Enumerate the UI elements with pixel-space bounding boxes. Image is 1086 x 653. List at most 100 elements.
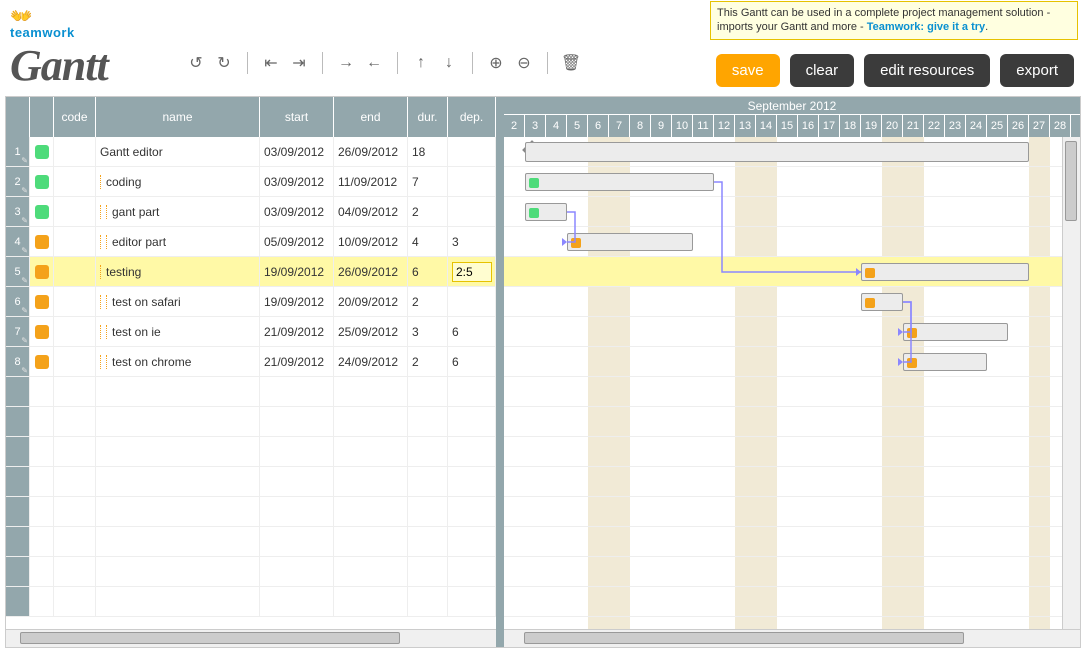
status-cell[interactable] (30, 437, 54, 466)
gantt-row[interactable] (504, 347, 1080, 377)
start-cell[interactable] (260, 497, 334, 526)
dep-cell[interactable] (448, 197, 496, 226)
dur-cell[interactable] (408, 407, 448, 436)
table-row[interactable]: 2✎coding03/09/201211/09/20127 (6, 167, 496, 197)
status-cell[interactable] (30, 137, 54, 166)
end-cell[interactable] (334, 407, 408, 436)
outdent-icon[interactable]: ⇤ (260, 52, 282, 74)
name-cell[interactable] (96, 407, 260, 436)
end-cell[interactable]: 10/09/2012 (334, 227, 408, 256)
row-header[interactable]: 3✎ (6, 197, 30, 226)
end-cell[interactable]: 25/09/2012 (334, 317, 408, 346)
status-cell[interactable] (30, 197, 54, 226)
edit-icon[interactable]: ✎ (21, 186, 28, 195)
dur-cell[interactable]: 4 (408, 227, 448, 256)
edit-icon[interactable]: ✎ (21, 216, 28, 225)
table-row[interactable] (6, 467, 496, 497)
edit-icon[interactable]: ✎ (21, 246, 28, 255)
dur-cell[interactable]: 2 (408, 347, 448, 376)
name-cell[interactable]: test on ie (96, 317, 260, 346)
code-cell[interactable] (54, 377, 96, 406)
code-cell[interactable] (54, 137, 96, 166)
end-cell[interactable] (334, 467, 408, 496)
row-header[interactable] (6, 437, 30, 466)
start-cell[interactable]: 03/09/2012 (260, 167, 334, 196)
gantt-row[interactable] (504, 587, 1080, 617)
dur-cell[interactable]: 3 (408, 317, 448, 346)
start-cell[interactable]: 03/09/2012 (260, 197, 334, 226)
status-cell[interactable] (30, 587, 54, 616)
gantt-row[interactable] (504, 257, 1080, 287)
dep-input[interactable] (452, 262, 492, 282)
table-row[interactable]: 5✎testing19/09/201226/09/20126 (6, 257, 496, 287)
row-header[interactable]: 2✎ (6, 167, 30, 196)
dur-cell[interactable] (408, 587, 448, 616)
start-cell[interactable] (260, 437, 334, 466)
dep-cell[interactable] (448, 287, 496, 316)
code-cell[interactable] (54, 287, 96, 316)
name-cell[interactable]: gant part (96, 197, 260, 226)
end-cell[interactable]: 20/09/2012 (334, 287, 408, 316)
row-header[interactable] (6, 587, 30, 616)
dur-cell[interactable]: 2 (408, 197, 448, 226)
status-cell[interactable] (30, 377, 54, 406)
start-cell[interactable]: 21/09/2012 (260, 347, 334, 376)
dep-cell[interactable] (448, 587, 496, 616)
gantt-bar[interactable] (903, 353, 987, 371)
gantt-row[interactable] (504, 497, 1080, 527)
row-header[interactable]: 7✎ (6, 317, 30, 346)
table-row[interactable]: 6✎test on safari19/09/201220/09/20122 (6, 287, 496, 317)
name-cell[interactable] (96, 497, 260, 526)
start-cell[interactable]: 05/09/2012 (260, 227, 334, 256)
row-header[interactable]: 5✎ (6, 257, 30, 286)
gantt-row[interactable] (504, 437, 1080, 467)
move-left-icon[interactable]: ← (363, 52, 385, 74)
table-row[interactable] (6, 377, 496, 407)
save-button[interactable]: save (716, 54, 780, 87)
edit-icon[interactable]: ✎ (21, 336, 28, 345)
status-cell[interactable] (30, 227, 54, 256)
zoom-in-icon[interactable]: ⊕ (485, 52, 507, 74)
code-cell[interactable] (54, 437, 96, 466)
name-cell[interactable]: testing (96, 257, 260, 286)
name-cell[interactable] (96, 467, 260, 496)
end-cell[interactable]: 04/09/2012 (334, 197, 408, 226)
start-cell[interactable] (260, 407, 334, 436)
dep-cell[interactable] (448, 377, 496, 406)
code-cell[interactable] (54, 197, 96, 226)
status-cell[interactable] (30, 407, 54, 436)
zoom-out-icon[interactable]: ⊖ (513, 52, 535, 74)
dur-cell[interactable] (408, 497, 448, 526)
start-cell[interactable] (260, 377, 334, 406)
status-cell[interactable] (30, 317, 54, 346)
dur-cell[interactable] (408, 527, 448, 556)
name-cell[interactable] (96, 437, 260, 466)
gantt-bar[interactable] (567, 233, 693, 251)
dep-cell[interactable]: 3 (448, 227, 496, 256)
gantt-row[interactable] (504, 197, 1080, 227)
gantt-row[interactable] (504, 137, 1080, 167)
start-cell[interactable]: 21/09/2012 (260, 317, 334, 346)
gantt-bar[interactable] (861, 293, 903, 311)
start-cell[interactable]: 03/09/2012 (260, 137, 334, 166)
code-cell[interactable] (54, 317, 96, 346)
table-row[interactable] (6, 497, 496, 527)
dur-cell[interactable] (408, 467, 448, 496)
dep-cell[interactable] (448, 557, 496, 586)
code-cell[interactable] (54, 497, 96, 526)
end-cell[interactable] (334, 437, 408, 466)
dur-cell[interactable] (408, 557, 448, 586)
status-cell[interactable] (30, 467, 54, 496)
end-cell[interactable]: 24/09/2012 (334, 347, 408, 376)
export-button[interactable]: export (1000, 54, 1074, 87)
move-down-icon[interactable]: ↓ (438, 52, 460, 74)
dep-cell[interactable] (448, 407, 496, 436)
name-cell[interactable] (96, 557, 260, 586)
undo-icon[interactable]: ↺ (185, 52, 207, 74)
status-cell[interactable] (30, 347, 54, 376)
row-header[interactable] (6, 407, 30, 436)
h-scrollbar-right[interactable] (504, 629, 1080, 647)
dur-cell[interactable]: 2 (408, 287, 448, 316)
table-row[interactable]: 7✎test on ie21/09/201225/09/201236 (6, 317, 496, 347)
dep-cell[interactable]: 6 (448, 347, 496, 376)
